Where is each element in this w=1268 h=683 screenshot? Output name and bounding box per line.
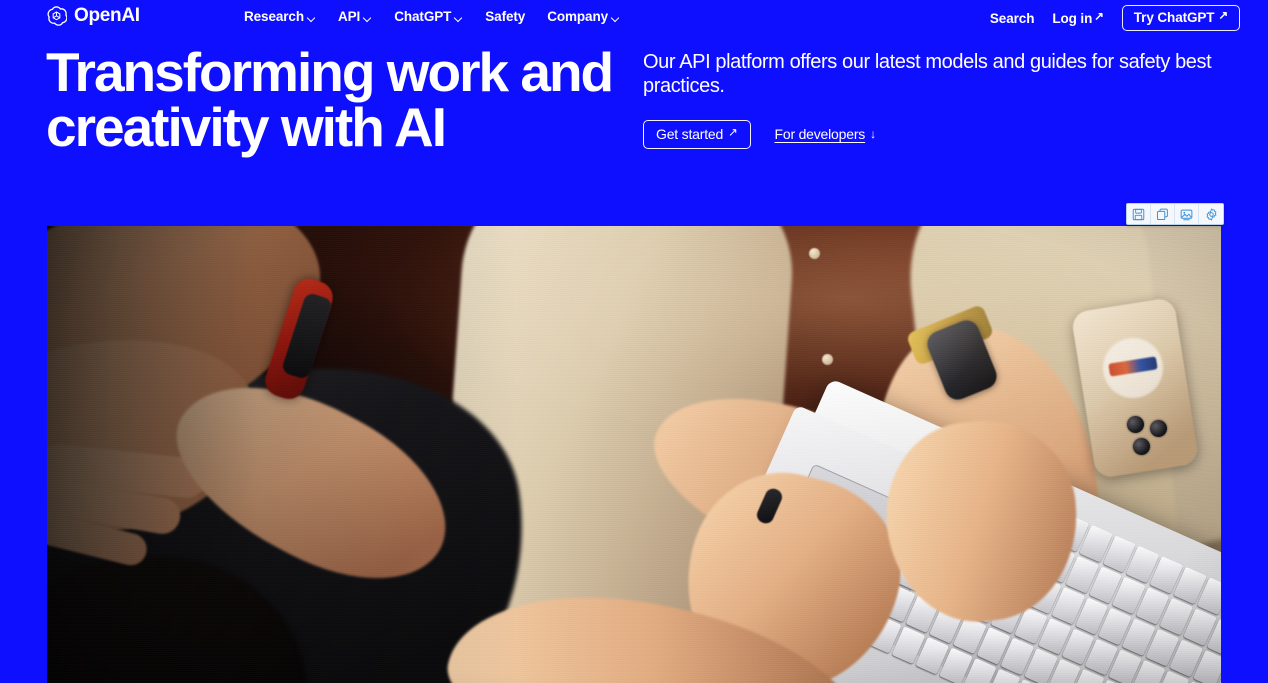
nav-item-chatgpt-label: ChatGPT [394, 9, 452, 24]
screenshot-extension-toolbar[interactable] [1126, 203, 1224, 225]
openai-landing-page: OpenAI Research API ChatGPT Safety Compa… [0, 0, 1268, 683]
photo-grain-layer [47, 226, 1221, 683]
for-developers-link[interactable]: For developers ↓ [774, 126, 877, 143]
brand-name-text: OpenAI [74, 5, 140, 26]
arrow-down-icon: ↓ [870, 127, 876, 142]
arrow-up-right-icon: ↗ [1218, 10, 1228, 23]
nav-item-company-label: Company [547, 9, 609, 24]
hero-image-canvas [47, 226, 1221, 683]
hero-section: Transforming work and creativity with AI… [0, 40, 1268, 220]
nav-item-research[interactable]: Research [244, 8, 316, 26]
for-developers-link-label: For developers [774, 126, 866, 143]
arrow-up-right-icon: ↗ [1094, 10, 1104, 23]
brand-logo-link[interactable]: OpenAI [46, 5, 140, 26]
get-started-button-label: Get started [656, 125, 724, 142]
try-chatgpt-button[interactable]: Try ChatGPT ↗ [1121, 5, 1240, 31]
capture-image-icon[interactable] [1175, 204, 1199, 224]
nav-item-safety[interactable]: Safety [485, 8, 525, 26]
chevron-down-icon [454, 14, 463, 23]
try-chatgpt-button-label: Try ChatGPT [1133, 10, 1215, 25]
nav-item-safety-label: Safety [485, 9, 526, 24]
hero-description: Our API platform offers our latest model… [643, 51, 1212, 98]
nav-item-chatgpt[interactable]: ChatGPT [394, 8, 463, 26]
get-started-button[interactable]: Get started ↗ [643, 119, 751, 149]
openai-knot-logo-icon [46, 5, 68, 26]
copy-icon[interactable] [1151, 204, 1175, 224]
login-link-label: Log in [1052, 10, 1093, 26]
chevron-down-icon [611, 14, 620, 23]
chevron-down-icon [307, 14, 316, 23]
search-button[interactable]: Search [989, 10, 1035, 26]
arrow-up-right-icon: ↗ [728, 126, 738, 139]
chevron-down-icon [363, 14, 372, 23]
login-link[interactable]: Log in ↗ [1052, 10, 1104, 26]
main-navigation-bar: OpenAI Research API ChatGPT Safety Compa… [0, 0, 1268, 34]
nav-item-api[interactable]: API [338, 8, 372, 26]
nav-item-company[interactable]: Company [547, 8, 620, 26]
primary-nav-links: Research API ChatGPT Safety Company [244, 8, 620, 26]
secondary-nav-links: Search Log in ↗ Try ChatGPT ↗ [990, 5, 1240, 31]
nav-item-api-label: API [338, 9, 361, 24]
hero-image [47, 226, 1221, 683]
hero-actions: Get started ↗ For developers ↓ [643, 119, 1218, 149]
save-icon[interactable] [1127, 204, 1151, 224]
page-title: Transforming work and creativity with AI [46, 41, 614, 158]
search-button-label: Search [989, 10, 1035, 26]
hero-right-column: Our API platform offers our latest model… [643, 50, 1218, 149]
settings-gear-icon[interactable] [1199, 204, 1223, 224]
nav-item-research-label: Research [244, 9, 304, 24]
